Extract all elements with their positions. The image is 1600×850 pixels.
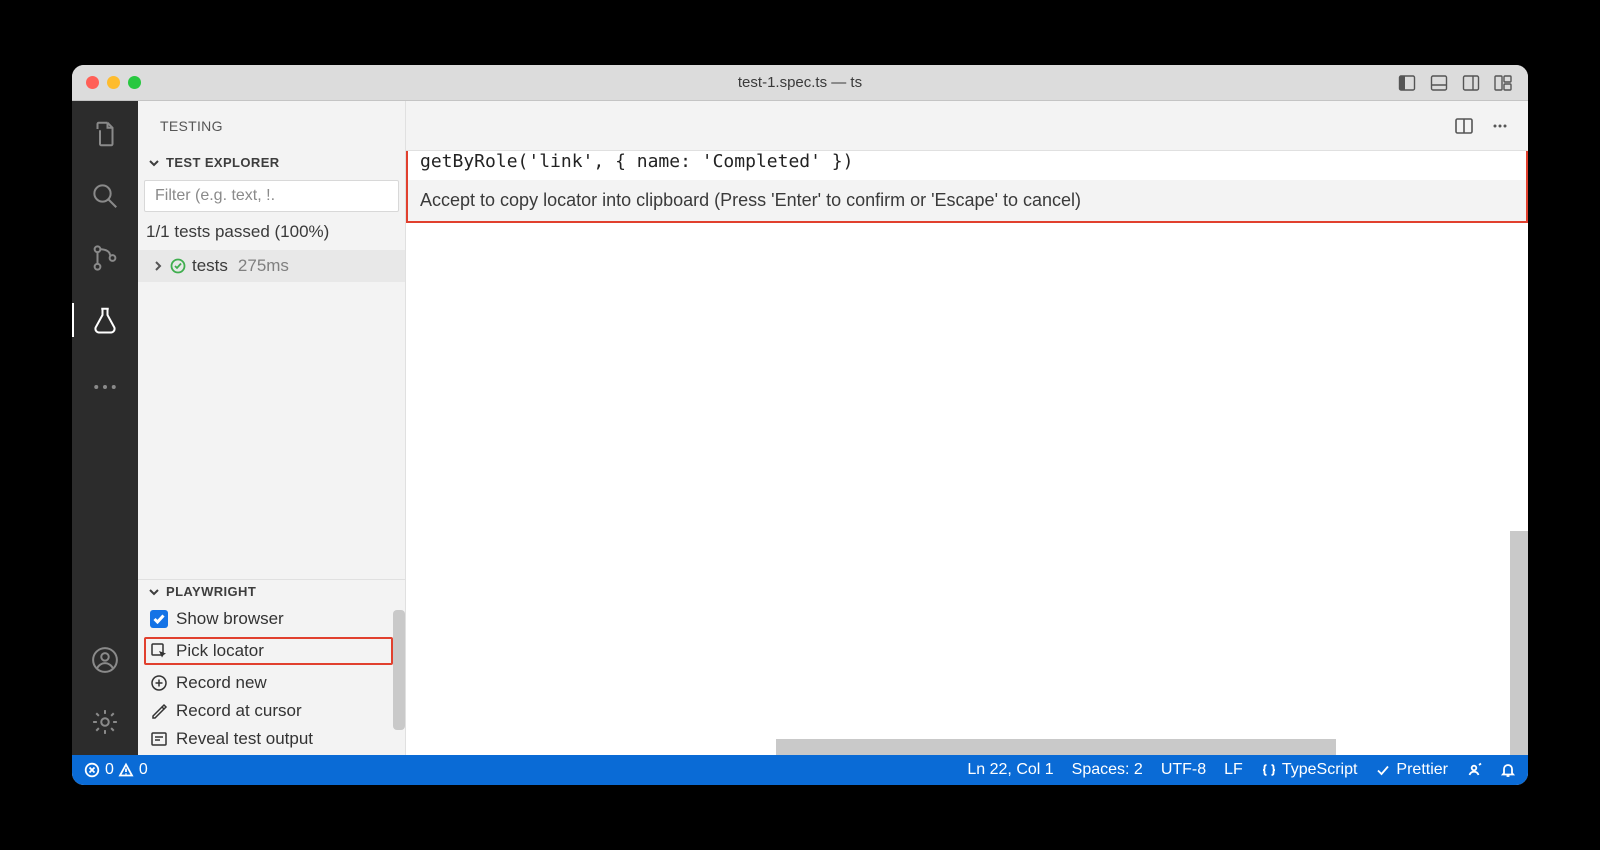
sidebar-scrollbar[interactable] xyxy=(393,610,405,730)
test-filter-input[interactable]: Filter (e.g. text, !. xyxy=(144,180,399,212)
status-language[interactable]: TypeScript xyxy=(1261,761,1358,779)
error-circle-icon xyxy=(84,762,100,778)
reveal-output-label: Reveal test output xyxy=(176,729,313,749)
pick-locator-panel: Pick locator getByRole('link', { name: '… xyxy=(406,151,1528,223)
titlebar-layout-controls xyxy=(1398,74,1528,92)
pencil-icon xyxy=(150,702,168,720)
toggle-primary-sidebar-icon[interactable] xyxy=(1398,74,1416,92)
status-language-label: TypeScript xyxy=(1282,761,1358,779)
editor-vertical-scrollbar[interactable] xyxy=(1510,531,1528,755)
test-explorer-label: TEST EXPLORER xyxy=(166,155,280,170)
status-warnings-count: 0 xyxy=(139,761,148,779)
close-window-button[interactable] xyxy=(86,76,99,89)
chevron-right-icon xyxy=(152,260,164,272)
playwright-section-label: PLAYWRIGHT xyxy=(166,584,256,599)
feedback-icon[interactable] xyxy=(1466,762,1482,778)
status-prettier[interactable]: Prettier xyxy=(1375,761,1448,779)
status-warnings[interactable]: 0 xyxy=(118,761,148,779)
explorer-icon[interactable] xyxy=(90,119,120,149)
warning-triangle-icon xyxy=(118,762,134,778)
accounts-icon[interactable] xyxy=(90,645,120,675)
status-bar: 0 0 Ln 22, Col 1 Spaces: 2 UTF-8 LF Type… xyxy=(72,755,1528,785)
settings-gear-icon[interactable] xyxy=(90,707,120,737)
status-eol[interactable]: LF xyxy=(1224,761,1243,779)
show-browser-toggle[interactable]: Show browser xyxy=(150,609,393,629)
pick-locator-label: Pick locator xyxy=(176,641,264,661)
chevron-down-icon xyxy=(148,157,160,169)
record-new-action[interactable]: Record new xyxy=(150,673,393,693)
test-tree-label: tests xyxy=(192,256,228,276)
more-actions-icon[interactable] xyxy=(1490,116,1510,136)
status-cursor-position[interactable]: Ln 22, Col 1 xyxy=(967,761,1053,779)
window-title: test-1.spec.ts — ts xyxy=(72,74,1528,91)
activity-bar xyxy=(72,101,138,755)
toggle-secondary-sidebar-icon[interactable] xyxy=(1462,74,1480,92)
pick-locator-input[interactable]: getByRole('link', { name: 'Completed' }) xyxy=(408,151,1526,180)
titlebar: test-1.spec.ts — ts xyxy=(72,65,1528,101)
pick-locator-hint: Accept to copy locator into clipboard (P… xyxy=(408,180,1526,221)
notifications-bell-icon[interactable] xyxy=(1500,762,1516,778)
record-new-label: Record new xyxy=(176,673,267,693)
playwright-section: PLAYWRIGHT Show browser Pick locator Rec… xyxy=(138,579,405,755)
sidebar-title: TESTING xyxy=(138,101,405,151)
status-errors-count: 0 xyxy=(105,761,114,779)
show-browser-label: Show browser xyxy=(176,609,284,629)
test-tree-item-tests[interactable]: tests 275ms xyxy=(138,250,405,282)
editor-content[interactable]: Pick locator getByRole('link', { name: '… xyxy=(406,151,1528,755)
minimize-window-button[interactable] xyxy=(107,76,120,89)
editor-horizontal-scrollbar[interactable] xyxy=(776,739,1336,755)
editor-tabbar xyxy=(406,101,1528,151)
record-at-cursor-action[interactable]: Record at cursor xyxy=(150,701,393,721)
braces-icon xyxy=(1261,762,1277,778)
playwright-section-header[interactable]: PLAYWRIGHT xyxy=(138,580,405,603)
testing-icon[interactable] xyxy=(90,305,120,335)
testing-sidebar: TESTING TEST EXPLORER Filter (e.g. text,… xyxy=(138,101,406,755)
vscode-window: test-1.spec.ts — ts TESTING xyxy=(72,65,1528,785)
checkbox-checked-icon xyxy=(150,610,168,628)
status-prettier-label: Prettier xyxy=(1396,761,1448,779)
status-errors[interactable]: 0 xyxy=(84,761,114,779)
output-icon xyxy=(150,730,168,748)
check-icon xyxy=(1375,762,1391,778)
add-circle-icon xyxy=(150,674,168,692)
pass-check-icon xyxy=(170,258,186,274)
inspect-icon xyxy=(150,642,168,660)
search-icon[interactable] xyxy=(90,181,120,211)
record-at-cursor-label: Record at cursor xyxy=(176,701,302,721)
status-indentation[interactable]: Spaces: 2 xyxy=(1072,761,1143,779)
test-tree-duration: 275ms xyxy=(238,256,289,276)
chevron-down-icon xyxy=(148,586,160,598)
more-icon[interactable] xyxy=(90,372,120,402)
maximize-window-button[interactable] xyxy=(128,76,141,89)
status-encoding[interactable]: UTF-8 xyxy=(1161,761,1206,779)
source-control-icon[interactable] xyxy=(90,243,120,273)
split-editor-icon[interactable] xyxy=(1454,116,1474,136)
reveal-test-output-action[interactable]: Reveal test output xyxy=(150,729,393,749)
test-explorer-section[interactable]: TEST EXPLORER xyxy=(138,151,405,174)
toggle-panel-icon[interactable] xyxy=(1430,74,1448,92)
customize-layout-icon[interactable] xyxy=(1494,74,1512,92)
traffic-lights xyxy=(72,76,141,89)
editor-area: Pick locator getByRole('link', { name: '… xyxy=(406,101,1528,755)
pick-locator-action[interactable]: Pick locator xyxy=(144,637,393,665)
test-pass-summary: 1/1 tests passed (100%) xyxy=(138,214,405,250)
